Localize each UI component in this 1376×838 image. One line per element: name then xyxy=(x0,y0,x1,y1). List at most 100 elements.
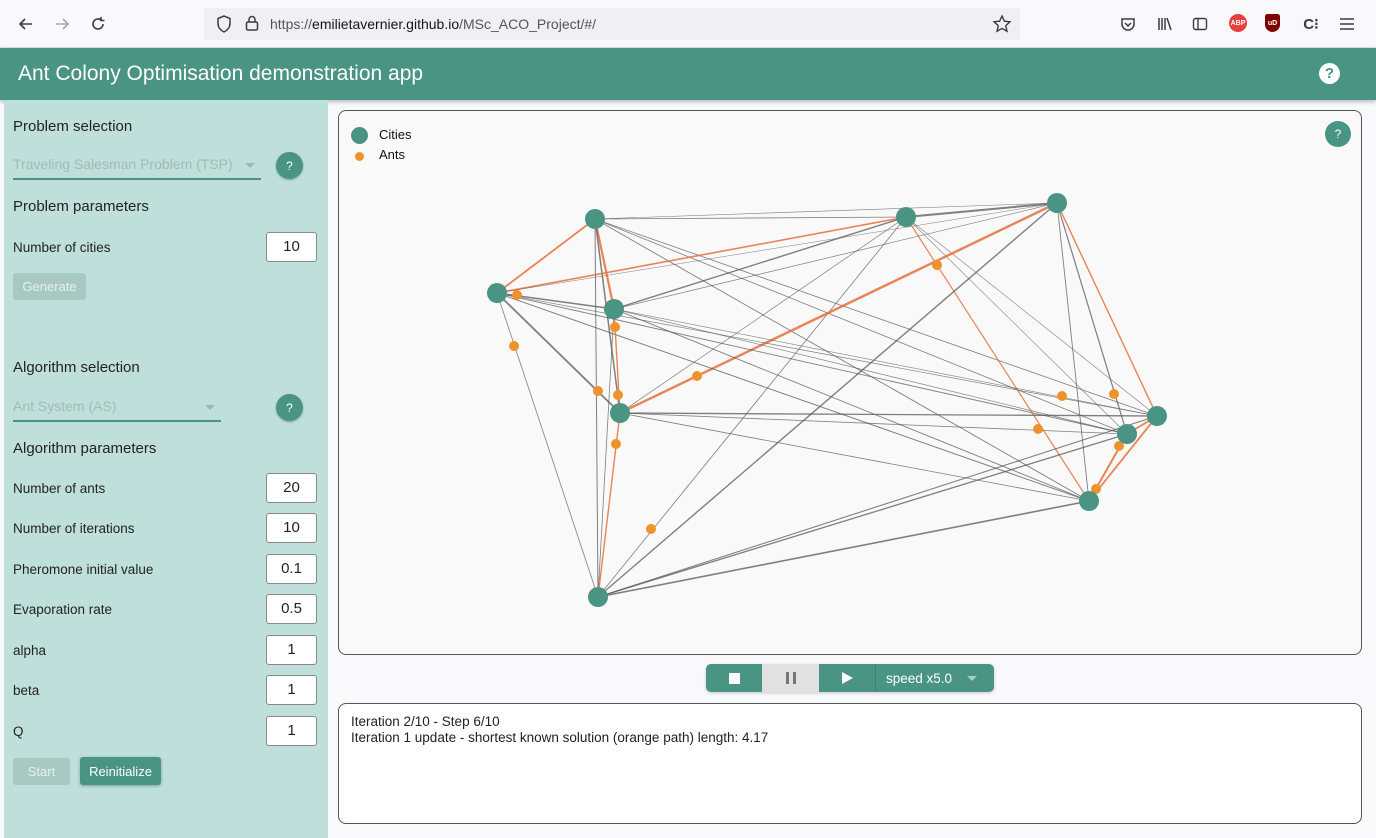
ublock-origin-icon[interactable]: uD xyxy=(1265,14,1280,32)
extension-icon[interactable]: C⁝ xyxy=(1301,14,1321,34)
pause-button[interactable] xyxy=(762,664,819,692)
ant-marker xyxy=(593,386,603,396)
algorithm-select[interactable]: Ant System (AS) xyxy=(13,392,221,422)
city-node xyxy=(610,403,630,423)
city-node xyxy=(487,283,507,303)
tracking-protection-icon[interactable] xyxy=(216,15,232,38)
app-header: Ant Colony Optimisation demonstration ap… xyxy=(0,48,1376,100)
city-node xyxy=(1117,424,1137,444)
forward-icon[interactable] xyxy=(50,12,74,36)
ant-marker xyxy=(509,341,519,351)
browser-toolbar: https://emilietavernier.github.io/MSc_AC… xyxy=(0,0,1376,48)
legend-cities-label: Cities xyxy=(379,127,412,142)
chevron-down-icon xyxy=(205,405,215,410)
speed-select[interactable]: speed x5.0 xyxy=(875,664,994,692)
alpha-input[interactable]: 1 xyxy=(266,635,317,665)
pheromone-initial-value-label: Pheromone initial value xyxy=(13,562,154,577)
log-panel: Iteration 2/10 - Step 6/10 Iteration 1 u… xyxy=(338,703,1362,824)
stop-button[interactable] xyxy=(706,664,762,692)
stop-icon xyxy=(728,672,740,684)
chevron-down-icon xyxy=(967,676,977,681)
log-update-message: Iteration 1 update - shortest known solu… xyxy=(351,730,769,745)
algorithm-parameters-title: Algorithm parameters xyxy=(13,440,157,457)
graph-edge xyxy=(597,500,1090,598)
ant-marker xyxy=(1033,424,1043,434)
problem-selection-title: Problem selection xyxy=(13,118,133,135)
graph-edge xyxy=(1056,202,1090,502)
city-node xyxy=(1047,193,1067,213)
generate-button[interactable]: Generate xyxy=(13,273,86,300)
graph-edge xyxy=(597,415,1158,598)
city-node xyxy=(604,299,624,319)
play-button[interactable] xyxy=(819,664,875,692)
city-node xyxy=(585,209,605,229)
number-of-cities-input[interactable]: 10 xyxy=(266,232,317,262)
ant-marker xyxy=(611,439,621,449)
graph-edge xyxy=(496,292,1090,502)
legend-city-marker xyxy=(351,127,368,144)
number-of-cities-label: Number of cities xyxy=(13,240,111,255)
hamburger-menu-icon[interactable] xyxy=(1337,14,1357,34)
q-input[interactable]: 1 xyxy=(266,716,317,746)
graph-edge xyxy=(496,218,596,294)
lock-icon[interactable] xyxy=(244,14,260,37)
beta-input[interactable]: 1 xyxy=(266,675,317,705)
graph-edge xyxy=(594,202,1058,220)
bookmark-star-icon[interactable] xyxy=(992,14,1012,39)
graph-edge xyxy=(619,201,1058,415)
chevron-down-icon xyxy=(245,163,255,168)
app-title: Ant Colony Optimisation demonstration ap… xyxy=(18,62,424,85)
ant-marker xyxy=(692,371,702,381)
ant-marker xyxy=(1109,389,1119,399)
problem-select-value: Traveling Salesman Problem (TSP) xyxy=(13,156,233,172)
beta-label: beta xyxy=(13,683,40,698)
ant-marker xyxy=(646,524,656,534)
graph-help-button[interactable]: ? xyxy=(1325,121,1351,147)
tsp-graph-canvas xyxy=(487,193,1167,607)
graph-edge xyxy=(613,308,1090,502)
back-icon[interactable] xyxy=(14,12,38,36)
graph-edge xyxy=(496,202,1058,294)
url-text[interactable]: https://emilietavernier.github.io/MSc_AC… xyxy=(270,16,596,32)
city-node xyxy=(588,587,608,607)
problem-help-button[interactable]: ? xyxy=(276,152,303,179)
adblock-plus-icon[interactable]: ABP xyxy=(1229,14,1247,32)
help-icon[interactable]: ? xyxy=(1319,63,1340,84)
city-node xyxy=(1079,491,1099,511)
library-icon[interactable] xyxy=(1155,14,1175,34)
graph-edge xyxy=(594,218,1128,435)
url-bar[interactable]: https://emilietavernier.github.io/MSc_AC… xyxy=(204,8,1020,40)
graph-edge xyxy=(905,216,1090,502)
graph-edge xyxy=(613,202,1058,310)
reload-icon[interactable] xyxy=(86,12,110,36)
pocket-icon[interactable] xyxy=(1118,14,1138,34)
ant-marker xyxy=(1057,391,1067,401)
q-label: Q xyxy=(13,724,24,739)
reinitialize-button[interactable]: Reinitialize xyxy=(80,757,161,785)
graph-edge xyxy=(619,412,1090,502)
graph-edge xyxy=(594,218,1158,417)
start-button[interactable]: Start xyxy=(13,758,70,785)
algorithm-selection-title: Algorithm selection xyxy=(13,359,140,376)
legend-ant-marker xyxy=(355,152,364,161)
pheromone-initial-value-input[interactable]: 0.1 xyxy=(266,554,317,584)
sidebar: Problem selection Traveling Salesman Pro… xyxy=(4,100,328,838)
ant-marker xyxy=(610,322,620,332)
algorithm-select-value: Ant System (AS) xyxy=(13,398,117,414)
log-iteration-status: Iteration 2/10 - Step 6/10 xyxy=(351,714,500,729)
ant-marker xyxy=(932,260,942,270)
city-node xyxy=(1147,406,1167,426)
problem-select[interactable]: Traveling Salesman Problem (TSP) xyxy=(13,150,261,180)
number-of-iterations-input[interactable]: 10 xyxy=(266,513,317,543)
sidebar-icon[interactable] xyxy=(1190,14,1210,34)
problem-parameters-title: Problem parameters xyxy=(13,198,149,215)
graph-edge xyxy=(905,216,1158,417)
evaporation-rate-input[interactable]: 0.5 xyxy=(266,594,317,624)
algorithm-help-button[interactable]: ? xyxy=(276,394,303,421)
number-of-ants-input[interactable]: 20 xyxy=(266,473,317,503)
graph-edge xyxy=(1056,202,1158,417)
play-icon xyxy=(841,672,853,684)
graph-panel: Cities Ants ? xyxy=(338,110,1362,655)
legend-ants-label: Ants xyxy=(379,147,406,162)
graph-edge xyxy=(496,292,599,598)
